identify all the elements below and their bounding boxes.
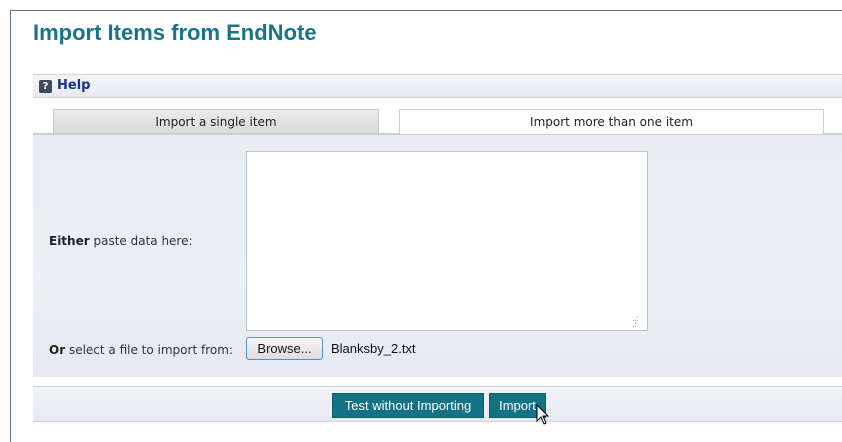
tab-import-multiple[interactable]: Import more than one item <box>399 109 824 135</box>
page-title: Import Items from EndNote <box>33 20 317 45</box>
file-label-text: select a file to import from: <box>65 343 233 357</box>
help-bar[interactable]: ? Help <box>33 74 842 98</box>
panel-divider <box>33 133 399 134</box>
resize-grip-icon[interactable]: ..:.: <box>632 315 644 330</box>
test-without-importing-button[interactable]: Test without Importing <box>332 393 484 418</box>
paste-label-emphasis: Either <box>49 234 90 248</box>
browse-button[interactable]: Browse... <box>246 337 323 360</box>
panel-divider <box>824 133 842 134</box>
selected-file-name: Blanksby_2.txt <box>331 341 416 356</box>
paste-label-text: paste data here: <box>89 234 193 248</box>
page-frame: Import Items from EndNote ? Help Import … <box>0 0 842 442</box>
help-link[interactable]: Help <box>57 78 90 93</box>
file-select-label: Or select a file to import from: <box>49 343 233 357</box>
frame-top-border <box>10 10 842 11</box>
frame-left-border <box>10 10 11 442</box>
paste-data-textarea[interactable] <box>246 151 648 331</box>
paste-data-label: Either paste data here: <box>49 234 193 248</box>
file-label-emphasis: Or <box>49 343 66 357</box>
tab-import-single[interactable]: Import a single item <box>53 109 379 134</box>
question-icon: ? <box>39 80 52 93</box>
mouse-cursor-icon <box>536 404 550 425</box>
